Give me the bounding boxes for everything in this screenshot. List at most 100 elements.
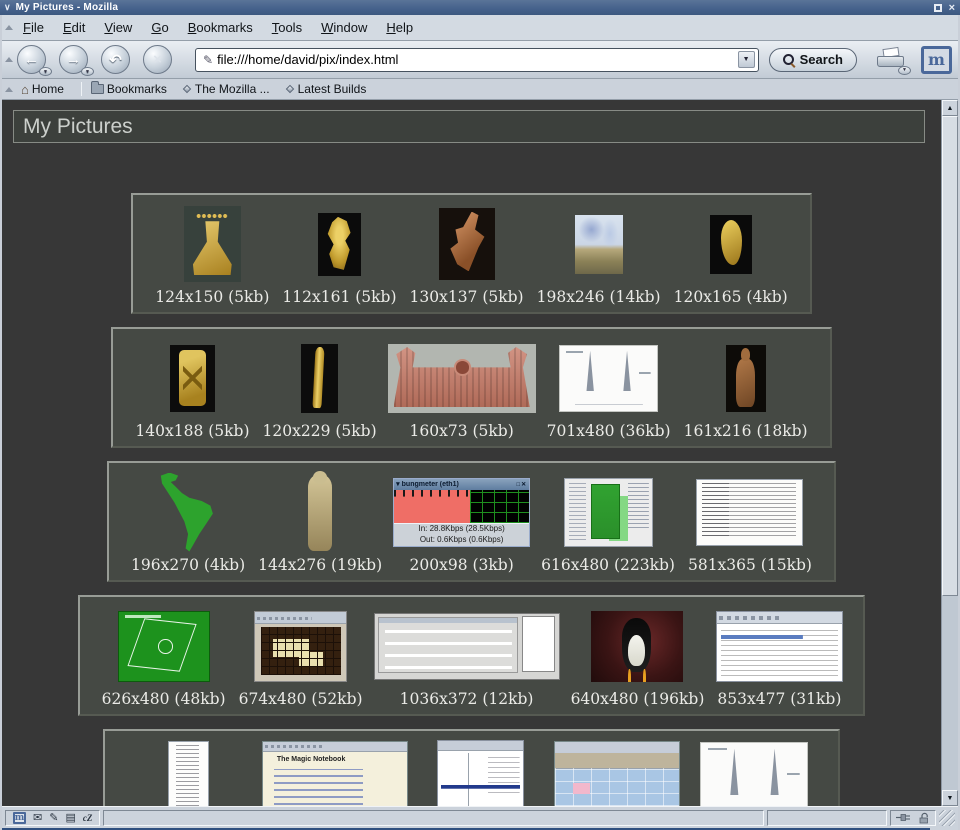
composer-icon[interactable]: ✎ (49, 811, 58, 825)
thumbnail-caption: 124x150 (5kb) (153, 287, 271, 309)
bungmeter-in-label: In: 28.8Kbps (28.5Kbps) (418, 524, 504, 534)
back-dropdown-button[interactable] (39, 67, 52, 76)
thumbnail-copper-artifact[interactable] (439, 208, 495, 280)
print-dropdown-button[interactable] (898, 66, 911, 75)
thumbnail-diagram[interactable] (559, 345, 658, 412)
chatzilla-icon[interactable]: cZ (83, 813, 93, 823)
toolbar-grippy[interactable] (2, 41, 15, 78)
gallery-row: 124x150 (5kb)112x161 (5kb)130x137 (5kb)1… (131, 193, 811, 314)
vertical-scrollbar[interactable] (941, 100, 958, 806)
bookmark-icon (182, 84, 192, 94)
menu-help[interactable]: Help (386, 20, 413, 35)
gallery-cell: 124x150 (5kb) (153, 201, 271, 309)
thumbnail-gold-pendant[interactable] (184, 206, 241, 282)
toolbar-grippy[interactable] (2, 79, 15, 99)
gallery-row: 626x480 (48kb)674x480 (52kb)1036x372 (12… (78, 595, 866, 716)
thumb-zone (575, 201, 623, 287)
url-input[interactable] (217, 52, 738, 67)
menu-window[interactable]: Window (321, 20, 367, 35)
navigator-icon[interactable]: m (13, 812, 26, 824)
thumbnail-calendar[interactable] (554, 741, 680, 806)
thumb-zone (591, 603, 683, 689)
scrollbar-thumb[interactable] (942, 116, 958, 596)
print-button[interactable] (875, 48, 907, 72)
gallery-cell: 640x480 (196kb) (569, 603, 707, 711)
forward-button[interactable]: → (59, 45, 88, 74)
thumbnail-window-tree[interactable] (437, 740, 524, 807)
url-bar[interactable] (195, 48, 759, 72)
online-plug-icon[interactable] (896, 813, 912, 822)
maximize-icon[interactable] (934, 4, 942, 12)
gallery-row: 280x480 (71kb)The Magic Notebook717x480 … (103, 729, 841, 806)
menu-tools[interactable]: Tools (272, 20, 302, 35)
menu-go[interactable]: Go (151, 20, 168, 35)
close-icon[interactable] (949, 4, 955, 12)
thumbnail-form-dialog[interactable] (374, 613, 560, 680)
thumbnail-caption: 112x161 (5kb) (280, 287, 398, 309)
bookmark-item-home[interactable]: Home (21, 82, 64, 96)
gallery-cell: 196x270 (4kb) (129, 469, 247, 577)
forward-dropdown-button[interactable] (81, 67, 94, 76)
thumb-zone (564, 469, 653, 555)
menu-bookmarks[interactable]: Bookmarks (188, 20, 253, 35)
thumbnail-copper-comb[interactable] (388, 344, 536, 413)
thumbnail-ceramic-statue[interactable] (726, 345, 766, 412)
thumbnail-gold-strip[interactable] (301, 344, 338, 413)
menu-file[interactable]: File (23, 20, 44, 35)
thumb-zone (710, 201, 752, 287)
toolbar-grippy[interactable] (2, 15, 15, 40)
security-lock-icon[interactable] (918, 812, 930, 824)
thumbnail-list-window[interactable] (716, 611, 843, 682)
gallery-cell: 120x229 (5kb) (261, 335, 379, 443)
menu-edit[interactable]: Edit (63, 20, 85, 35)
thumbnail-soccer-field[interactable] (118, 611, 210, 682)
thumbnail-caption: 140x188 (5kb) (133, 421, 251, 443)
thumbnail-gold-mask[interactable] (710, 215, 752, 274)
reload-button[interactable]: ↶ (101, 45, 130, 74)
menu-view[interactable]: View (104, 20, 132, 35)
thumb-zone (301, 335, 338, 421)
thumbnail-terminal-text[interactable] (696, 479, 803, 546)
status-right-icons (890, 810, 936, 826)
window-titlebar[interactable]: My Pictures - Mozilla (0, 0, 960, 15)
scroll-up-icon[interactable] (942, 100, 958, 116)
thumbnail-doc-tree[interactable] (168, 741, 209, 807)
bookmark-item-the-mozilla[interactable]: The Mozilla ... (182, 82, 270, 96)
resize-grip[interactable] (939, 810, 955, 826)
status-bar: m ✉ ✎ ▤ cZ (2, 806, 958, 828)
thumb-zone (170, 335, 215, 421)
scroll-down-icon[interactable] (942, 790, 958, 806)
thumbnail-gold-plaque[interactable] (170, 345, 215, 412)
folder-icon (91, 84, 104, 94)
bookmark-item-bookmarks[interactable]: Bookmarks (91, 82, 167, 96)
thumbnail-caption: 1036x372 (12kb) (398, 689, 536, 711)
personal-toolbar-items: Home Bookmarks The Mozilla ... Latest Build… (21, 82, 381, 96)
thumbnail-magic-notebook[interactable]: The Magic Notebook (262, 741, 408, 807)
window-menu-icon[interactable] (4, 2, 11, 13)
thumbnail-game-board[interactable] (254, 611, 347, 682)
stop-button[interactable]: × (143, 45, 172, 74)
mail-icon[interactable]: ✉ (33, 811, 42, 825)
thumbnail-statue[interactable] (296, 471, 345, 554)
thumbnail-caption: 581x365 (15kb) (686, 555, 814, 577)
thumbnail-bungmeter[interactable]: bungmeter (eth1)In: 28.8Kbps (28.5Kbps)O… (393, 478, 530, 547)
address-book-icon[interactable]: ▤ (65, 811, 75, 825)
thumbnail-screenshot-green[interactable] (564, 478, 653, 547)
bookmark-icon (285, 84, 295, 94)
gallery-cell: bungmeter (eth1)In: 28.8Kbps (28.5Kbps)O… (393, 469, 530, 577)
search-button[interactable]: Search (769, 48, 857, 72)
gallery-row: 140x188 (5kb)120x229 (5kb)160x73 (5kb)70… (111, 327, 831, 448)
thumb-zone (254, 603, 347, 689)
bookmark-label: The Mozilla ... (195, 82, 270, 96)
thumbnail-caption: 616x480 (223kb) (539, 555, 677, 577)
thumbnail-tux[interactable] (591, 611, 683, 682)
bookmark-item-latest-builds[interactable]: Latest Builds (285, 82, 367, 96)
chevron-down-icon (396, 480, 400, 488)
url-dropdown-button[interactable] (738, 51, 755, 68)
thumbnail-painting[interactable] (575, 215, 623, 274)
thumbnail-diagram[interactable] (700, 742, 808, 807)
thumbnail-latam-map[interactable] (157, 473, 219, 552)
mozilla-logo[interactable]: m (921, 46, 952, 74)
thumbnail-gold-ornament[interactable] (318, 213, 361, 276)
back-button[interactable]: ← (17, 45, 46, 74)
